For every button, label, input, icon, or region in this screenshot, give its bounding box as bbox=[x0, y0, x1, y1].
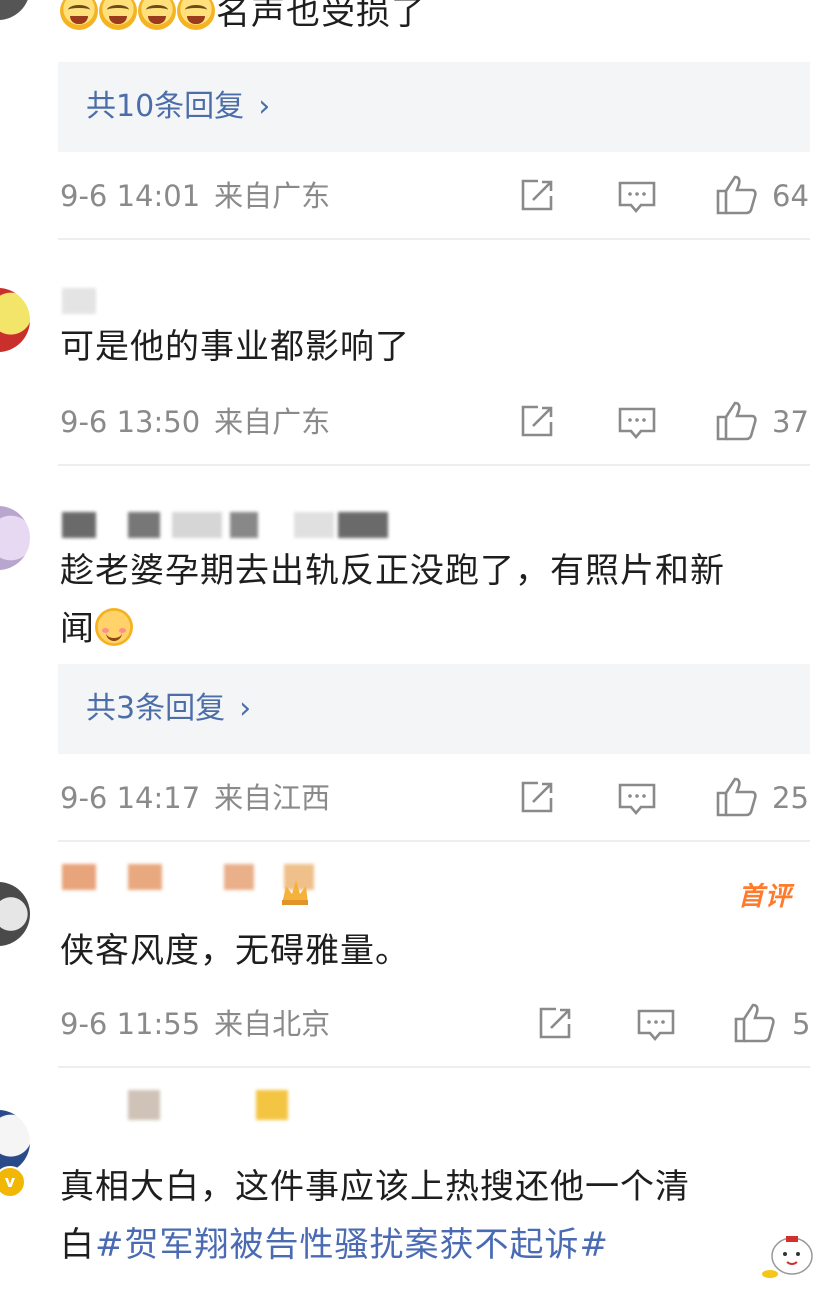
comment-text: 趁老婆孕期去出轨反正没跑了，有照片和新 闻 bbox=[60, 551, 725, 649]
comment-icon[interactable] bbox=[636, 1008, 676, 1044]
comment-time: 9-6 13:50 bbox=[60, 405, 201, 439]
divider bbox=[58, 840, 810, 842]
avatar[interactable] bbox=[0, 0, 30, 20]
like-count: 37 bbox=[772, 405, 809, 439]
like-count: 64 bbox=[772, 179, 809, 213]
comment-icon[interactable] bbox=[617, 782, 657, 818]
comment-text: 侠客风度，无碍雅量。 bbox=[60, 931, 410, 971]
verified-badge-icon: v bbox=[0, 1166, 26, 1198]
thumbs-up-icon[interactable] bbox=[715, 400, 759, 442]
share-icon[interactable] bbox=[518, 404, 556, 440]
comment-meta: 9-6 14:01 来自广东 bbox=[60, 176, 330, 216]
chevron-right-icon: › bbox=[258, 89, 271, 124]
comment-icon[interactable] bbox=[617, 180, 657, 216]
divider bbox=[58, 238, 810, 240]
comment-location: 来自北京 bbox=[214, 1007, 331, 1041]
crying-laughing-emoji-icon bbox=[138, 0, 176, 30]
comment-time: 9-6 14:17 bbox=[60, 781, 201, 815]
hashtag-link[interactable]: #贺军翔被告性骚扰案获不起诉# bbox=[95, 1225, 609, 1265]
comment-icon[interactable] bbox=[617, 406, 657, 442]
like-count: 5 bbox=[792, 1007, 811, 1041]
mascot-sticker-icon bbox=[762, 1236, 813, 1278]
crying-laughing-emoji-icon bbox=[177, 0, 215, 30]
view-replies-button[interactable]: 共3条回复 › bbox=[58, 664, 810, 754]
comment-text: 真相大白，这件事应该上热搜还他一个清 白#贺军翔被告性骚扰案获不起诉# bbox=[60, 1167, 690, 1265]
share-icon[interactable] bbox=[536, 1006, 574, 1042]
divider bbox=[58, 464, 810, 466]
avatar[interactable] bbox=[0, 288, 30, 352]
avatar[interactable] bbox=[0, 506, 30, 570]
comment-location: 来自广东 bbox=[214, 179, 331, 213]
username-blurred bbox=[62, 288, 122, 314]
crying-laughing-emoji-icon bbox=[60, 0, 98, 30]
comment-time: 9-6 14:01 bbox=[60, 179, 201, 213]
smile-emoji-icon bbox=[95, 608, 133, 646]
comment-meta: 9-6 11:55 来自北京 bbox=[60, 1004, 330, 1044]
comment-meta: 9-6 13:50 来自广东 bbox=[60, 402, 330, 442]
comment-location: 来自广东 bbox=[214, 405, 331, 439]
crying-laughing-emoji-icon bbox=[99, 0, 137, 30]
share-icon[interactable] bbox=[518, 780, 556, 816]
avatar[interactable] bbox=[0, 882, 30, 946]
thumbs-up-icon[interactable] bbox=[715, 776, 759, 818]
avatar[interactable] bbox=[0, 1110, 30, 1174]
comment-meta: 9-6 14:17 来自江西 bbox=[60, 778, 330, 818]
first-comment-badge: 首评 bbox=[738, 882, 793, 912]
thumbs-up-icon[interactable] bbox=[733, 1002, 777, 1044]
divider bbox=[58, 1066, 810, 1068]
thumbs-up-icon[interactable] bbox=[715, 174, 759, 216]
view-replies-button[interactable]: 共10条回复 › bbox=[58, 62, 810, 152]
chevron-right-icon: › bbox=[239, 691, 252, 726]
comment-time: 9-6 11:55 bbox=[60, 1007, 201, 1041]
comment-text: 名声也受损了 bbox=[60, 0, 426, 42]
replies-count-label: 共10条回复 bbox=[86, 89, 245, 124]
comment-text: 可是他的事业都影响了 bbox=[60, 327, 410, 367]
username-blurred bbox=[62, 512, 432, 538]
like-count: 25 bbox=[772, 781, 809, 815]
fan-level-badge-icon bbox=[282, 880, 308, 905]
username-blurred bbox=[62, 1090, 302, 1120]
comment-location: 来自江西 bbox=[214, 781, 331, 815]
replies-count-label: 共3条回复 bbox=[86, 691, 226, 726]
share-icon[interactable] bbox=[518, 178, 556, 214]
